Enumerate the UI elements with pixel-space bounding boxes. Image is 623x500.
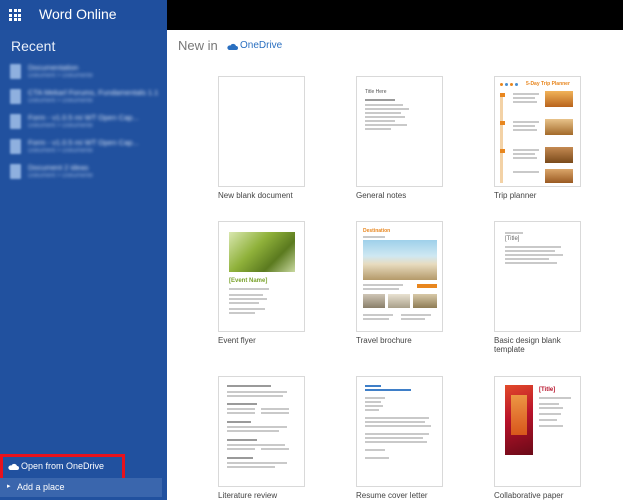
template-label: Travel brochure <box>356 336 412 345</box>
document-icon <box>10 139 21 154</box>
open-from-onedrive-button[interactable]: Open from OneDrive <box>0 454 125 481</box>
top-bar: Word Online <box>0 0 623 30</box>
template-collaborative-paper[interactable]: [Title] <box>494 376 581 487</box>
recent-document-name: Document 2 ideas <box>28 163 89 172</box>
recent-document-item[interactable]: CTA Mekarl Forums, Fundamentals 1.1 Doku… <box>8 88 164 110</box>
expand-arrow-icon: ▸ <box>7 483 11 490</box>
recent-document-path: Dokument > Dokumente <box>28 123 93 129</box>
main-panel: New in OneDrive New blank document Title… <box>167 30 623 500</box>
template-travel-brochure[interactable]: Destination <box>356 221 443 332</box>
brand-area: Word Online <box>0 0 167 30</box>
template-label: Collaborative paper <box>494 491 564 500</box>
template-event-flyer[interactable]: [Event Name] <box>218 221 305 332</box>
sidebar: Recent Documentation Dokument > Dokument… <box>0 30 167 500</box>
thumb-title: Destination <box>363 228 391 234</box>
location-onedrive[interactable]: OneDrive <box>240 40 282 51</box>
template-new-blank-document[interactable] <box>218 76 305 187</box>
recent-document-path: Dokument > Dokumente <box>28 148 93 154</box>
recent-document-item[interactable]: Form - v1.0.5 mi WT Open Cap... Dokument… <box>8 113 164 135</box>
template-resume-cover-letter[interactable] <box>356 376 443 487</box>
thumb-title: [Title] <box>505 236 520 242</box>
add-a-place-label: Add a place <box>17 482 65 492</box>
open-from-onedrive-label: Open from OneDrive <box>21 461 105 471</box>
recent-heading: Recent <box>11 38 56 54</box>
add-a-place-button[interactable]: ▸ Add a place <box>0 478 162 497</box>
recent-document-path: Dokument > Dokumente <box>28 173 93 179</box>
thumb-title: [Event Name] <box>229 278 268 284</box>
onedrive-cloud-icon <box>8 463 19 470</box>
document-icon <box>10 89 21 104</box>
template-label: Trip planner <box>494 191 537 200</box>
template-label: Resume cover letter <box>356 491 428 500</box>
template-label: New blank document <box>218 191 293 200</box>
thumb-title: [Title] <box>539 387 556 393</box>
app-title[interactable]: Word Online <box>39 6 117 22</box>
recent-document-item[interactable]: Document 2 ideas Dokument > Dokumente <box>8 163 164 185</box>
template-literature-review[interactable] <box>218 376 305 487</box>
template-general-notes[interactable]: Title Here <box>356 76 443 187</box>
recent-document-item[interactable]: Documentation Dokument > Dokumente <box>8 63 164 85</box>
document-icon <box>10 114 21 129</box>
template-label: Event flyer <box>218 336 256 345</box>
thumb-title: Title Here <box>365 89 387 95</box>
app-launcher-icon[interactable] <box>9 9 21 21</box>
thumb-title: 5-Day Trip Planner <box>526 81 570 87</box>
recent-document-path: Dokument > Dokumente <box>28 73 93 79</box>
recent-document-name: Documentation <box>28 63 79 72</box>
template-label-line2: template <box>494 345 525 354</box>
new-in-heading: New in <box>178 38 218 53</box>
document-icon <box>10 64 21 79</box>
template-label: Literature review <box>218 491 278 500</box>
recent-document-name: CTA Mekarl Forums, Fundamentals 1.1 <box>28 88 159 97</box>
template-trip-planner[interactable]: 5-Day Trip Planner <box>494 76 581 187</box>
recent-document-item[interactable]: Form - v1.0.5 mi WT Open Cap... Dokument… <box>8 138 164 160</box>
document-icon <box>10 164 21 179</box>
recent-document-path: Dokument > Dokumente <box>28 98 93 104</box>
onedrive-cloud-icon <box>227 43 238 50</box>
recent-document-name: Form - v1.0.5 mi WT Open Cap... <box>28 138 139 147</box>
template-basic-design-blank[interactable]: [Title] <box>494 221 581 332</box>
template-label: General notes <box>356 191 407 200</box>
recent-document-name: Form - v1.0.5 mi WT Open Cap... <box>28 113 139 122</box>
